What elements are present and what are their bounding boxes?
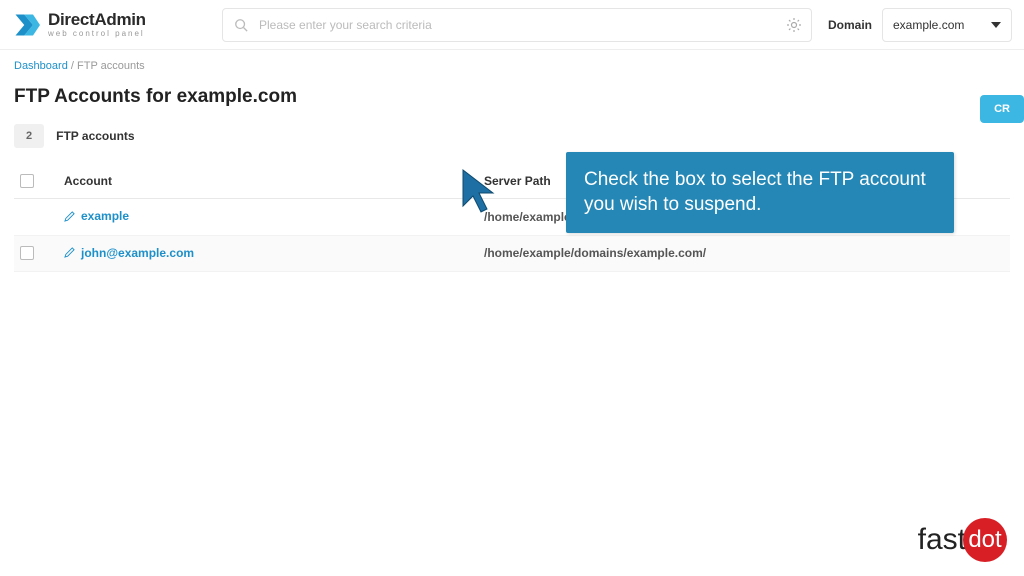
row-path: /home/example/domains/example.com/	[484, 246, 1004, 260]
breadcrumb-root[interactable]: Dashboard	[14, 60, 68, 72]
count-badge: 2	[14, 124, 44, 148]
account-link[interactable]: john@example.com	[64, 246, 194, 260]
domain-label: Domain	[828, 18, 872, 32]
row-account: john@example.com	[64, 246, 484, 262]
instruction-tooltip: Check the box to select the FTP account …	[566, 152, 954, 233]
create-button[interactable]: CR	[980, 95, 1024, 123]
count-label: FTP accounts	[56, 129, 134, 143]
breadcrumb-current: FTP accounts	[77, 60, 145, 72]
logo[interactable]: DirectAdmin web control panel	[12, 11, 222, 39]
domain-select[interactable]: example.com	[882, 8, 1012, 42]
row-check	[20, 246, 64, 260]
table-row: john@example.com /home/example/domains/e…	[14, 236, 1010, 273]
breadcrumb: Dashboard / FTP accounts	[0, 50, 1024, 82]
header: DirectAdmin web control panel Domain exa…	[0, 0, 1024, 50]
row-checkbox[interactable]	[20, 246, 34, 260]
gear-icon[interactable]	[786, 17, 802, 33]
logo-text-wrap: DirectAdmin web control panel	[48, 11, 146, 38]
footer-dot-icon: dot	[963, 518, 1007, 562]
search-wrap	[222, 8, 812, 42]
pencil-icon	[64, 211, 75, 222]
select-all-checkbox[interactable]	[20, 174, 34, 188]
account-link[interactable]: example	[64, 209, 129, 223]
row-account: example	[64, 209, 484, 225]
title-row: FTP Accounts for example.com	[0, 82, 1024, 124]
domain-value: example.com	[893, 18, 964, 32]
chevron-down-icon	[991, 22, 1001, 28]
page-title: FTP Accounts for example.com	[14, 86, 297, 108]
search-input[interactable]	[222, 8, 812, 42]
cursor-icon	[461, 168, 501, 216]
footer-text-a: fast	[918, 523, 966, 557]
footer-logo: fastdot	[918, 518, 1004, 562]
logo-subtext: web control panel	[48, 30, 146, 38]
col-check	[20, 174, 64, 188]
pencil-icon	[64, 247, 75, 258]
logo-text: DirectAdmin	[48, 11, 146, 28]
col-account-header[interactable]: Account	[64, 174, 484, 188]
directadmin-logo-icon	[12, 11, 40, 39]
account-name: john@example.com	[81, 246, 194, 260]
account-name: example	[81, 209, 129, 223]
search-icon	[234, 18, 248, 32]
